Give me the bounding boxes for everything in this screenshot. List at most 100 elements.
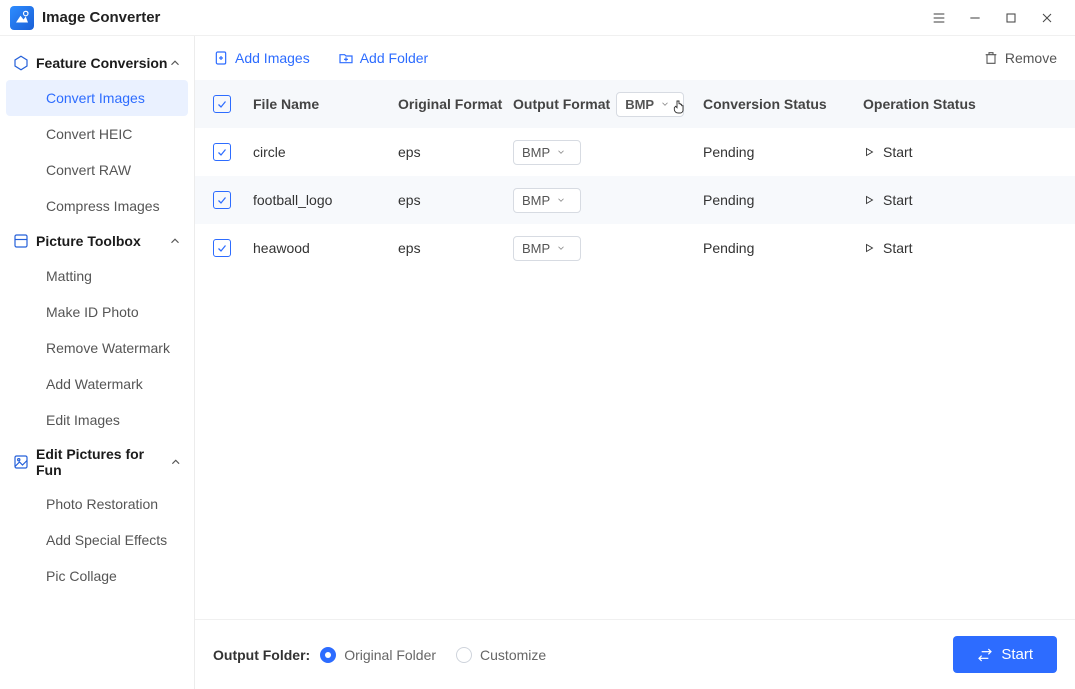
sidebar-item-compress-images[interactable]: Compress Images (0, 188, 194, 224)
row-checkbox[interactable] (213, 143, 231, 161)
col-header-file-name: File Name (253, 96, 398, 112)
cell-original-format: eps (398, 192, 513, 208)
radio-icon (320, 647, 336, 663)
col-header-output-format: Output Format (513, 96, 610, 112)
sidebar-item-make-id-photo[interactable]: Make ID Photo (0, 294, 194, 330)
app-title: Image Converter (42, 9, 160, 26)
chevron-up-icon (169, 455, 182, 469)
row-checkbox[interactable] (213, 239, 231, 257)
chevron-down-icon (556, 147, 566, 157)
sidebar-group-label: Edit Pictures for Fun (36, 446, 169, 478)
row-output-format-value: BMP (522, 193, 550, 208)
chevron-down-icon (556, 243, 566, 253)
app-logo-icon (10, 6, 34, 30)
row-output-format-dropdown[interactable]: BMP (513, 188, 581, 213)
minimize-icon (967, 10, 983, 26)
close-button[interactable] (1029, 0, 1065, 36)
output-folder-label: Output Folder: (213, 647, 310, 663)
minimize-button[interactable] (957, 0, 993, 36)
main-area: Feature Conversion Convert Images Conver… (0, 36, 1075, 689)
header-output-format-value: BMP (625, 97, 654, 112)
add-folder-icon (338, 50, 354, 66)
start-button[interactable]: Start (953, 636, 1057, 673)
footer: Output Folder: Original Folder Customize… (195, 619, 1075, 689)
add-folder-button[interactable]: Add Folder (338, 50, 428, 66)
play-icon (863, 194, 875, 206)
checkmark-icon (216, 146, 228, 158)
checkmark-icon (216, 194, 228, 206)
content: Add Images Add Folder Remove File Name O… (195, 36, 1075, 689)
toolbox-icon (12, 232, 30, 250)
maximize-button[interactable] (993, 0, 1029, 36)
row-output-format-dropdown[interactable]: BMP (513, 236, 581, 261)
table-header: File Name Original Format Output Format … (195, 80, 1075, 128)
table-row: circle eps BMP Pending Start (195, 128, 1075, 176)
hamburger-menu-button[interactable] (921, 0, 957, 36)
picture-icon (12, 453, 30, 471)
sidebar: Feature Conversion Convert Images Conver… (0, 36, 195, 689)
col-header-conversion-status: Conversion Status (703, 96, 863, 112)
select-all-checkbox[interactable] (213, 95, 231, 113)
row-start-label: Start (883, 240, 913, 256)
chevron-up-icon (168, 234, 182, 248)
chevron-down-icon (556, 195, 566, 205)
remove-label: Remove (1005, 50, 1057, 66)
sidebar-item-convert-images[interactable]: Convert Images (6, 80, 188, 116)
hexagon-icon (12, 54, 30, 72)
radio-icon (456, 647, 472, 663)
sidebar-group-label: Picture Toolbox (36, 233, 141, 249)
file-table: File Name Original Format Output Format … (195, 80, 1075, 272)
cell-file-name: heawood (253, 240, 398, 256)
row-output-format-dropdown[interactable]: BMP (513, 140, 581, 165)
sidebar-group-picture-toolbox[interactable]: Picture Toolbox (0, 224, 194, 258)
toolbar: Add Images Add Folder Remove (195, 36, 1075, 80)
play-icon (863, 146, 875, 158)
add-folder-label: Add Folder (360, 50, 428, 66)
sidebar-group-edit-pictures-fun[interactable]: Edit Pictures for Fun (0, 438, 194, 486)
radio-customize[interactable]: Customize (456, 647, 546, 663)
sidebar-item-photo-restoration[interactable]: Photo Restoration (0, 486, 194, 522)
cell-original-format: eps (398, 240, 513, 256)
trash-icon (983, 50, 999, 66)
cell-conversion-status: Pending (703, 240, 863, 256)
header-output-format-dropdown[interactable]: BMP (616, 92, 684, 117)
sidebar-item-convert-heic[interactable]: Convert HEIC (0, 116, 194, 152)
chevron-up-icon (168, 56, 182, 70)
sidebar-item-pic-collage[interactable]: Pic Collage (0, 558, 194, 594)
row-start-button[interactable]: Start (863, 240, 913, 256)
add-images-button[interactable]: Add Images (213, 50, 310, 66)
sidebar-group-feature-conversion[interactable]: Feature Conversion (0, 46, 194, 80)
table-row: heawood eps BMP Pending Start (195, 224, 1075, 272)
maximize-icon (1003, 10, 1019, 26)
cell-file-name: football_logo (253, 192, 398, 208)
menu-icon (931, 10, 947, 26)
chevron-down-icon (660, 99, 670, 109)
row-output-format-value: BMP (522, 145, 550, 160)
play-icon (863, 242, 875, 254)
start-button-label: Start (1001, 646, 1033, 663)
col-header-original-format: Original Format (398, 96, 513, 112)
row-start-button[interactable]: Start (863, 192, 913, 208)
radio-original-folder[interactable]: Original Folder (320, 647, 436, 663)
sidebar-item-add-watermark[interactable]: Add Watermark (0, 366, 194, 402)
sidebar-item-convert-raw[interactable]: Convert RAW (0, 152, 194, 188)
remove-button[interactable]: Remove (983, 50, 1057, 66)
sidebar-group-label: Feature Conversion (36, 55, 167, 71)
sidebar-item-add-special-effects[interactable]: Add Special Effects (0, 522, 194, 558)
col-header-operation-status: Operation Status (863, 96, 1057, 112)
sidebar-item-remove-watermark[interactable]: Remove Watermark (0, 330, 194, 366)
sidebar-item-matting[interactable]: Matting (0, 258, 194, 294)
cell-file-name: circle (253, 144, 398, 160)
row-start-label: Start (883, 192, 913, 208)
add-images-label: Add Images (235, 50, 310, 66)
row-start-label: Start (883, 144, 913, 160)
checkmark-icon (216, 242, 228, 254)
convert-icon (977, 647, 993, 663)
radio-customize-label: Customize (480, 647, 546, 663)
sidebar-item-edit-images[interactable]: Edit Images (0, 402, 194, 438)
row-output-format-value: BMP (522, 241, 550, 256)
row-start-button[interactable]: Start (863, 144, 913, 160)
cell-original-format: eps (398, 144, 513, 160)
row-checkbox[interactable] (213, 191, 231, 209)
table-row: football_logo eps BMP Pending Start (195, 176, 1075, 224)
